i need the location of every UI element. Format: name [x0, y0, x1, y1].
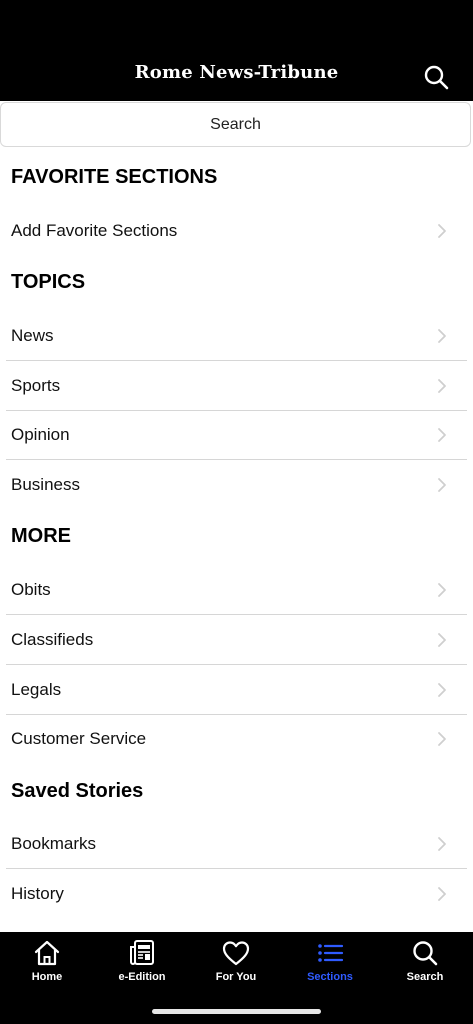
bottom-tab-bar: Home e-Edition For You Sections Search [0, 932, 473, 1024]
list-item-label: Classifieds [11, 630, 94, 649]
favorite-sections-heading: FAVORITE SECTIONS [11, 166, 218, 188]
list-item-label: Customer Service [11, 729, 147, 748]
list-item-customer-service[interactable]: Customer Service [6, 714, 467, 764]
list-item-business[interactable]: Business [6, 460, 467, 510]
tab-sections[interactable]: Sections [283, 932, 377, 992]
chevron-right-icon [438, 732, 446, 746]
search-input[interactable]: Search [0, 102, 471, 147]
list-item-label: Obits [11, 580, 51, 599]
list-item-label: Business [11, 475, 80, 494]
tab-search[interactable]: Search [378, 932, 472, 992]
top-header: Rome News-Tribune [0, 0, 473, 101]
topics-heading: TOPICS [11, 271, 86, 293]
masthead-logo: Rome News-Tribune [134, 62, 339, 83]
chevron-right-icon [438, 633, 446, 647]
list-item-label: Bookmarks [11, 834, 97, 853]
chevron-right-icon [438, 583, 446, 597]
home-icon [34, 940, 60, 966]
chevron-right-icon [438, 224, 446, 238]
chevron-right-icon [438, 428, 446, 442]
list-item-label: History [11, 884, 64, 903]
tab-label: Search [406, 971, 444, 983]
list-item-classifieds[interactable]: Classifieds [6, 615, 467, 665]
chevron-right-icon [438, 379, 446, 393]
chevron-right-icon [438, 887, 446, 901]
chevron-right-icon [438, 683, 446, 697]
saved-stories-heading: Saved Stories [11, 780, 144, 802]
list-item-add-favorite-sections[interactable]: Add Favorite Sections [6, 206, 467, 256]
chevron-right-icon [438, 478, 446, 492]
list-item-history[interactable]: History [6, 869, 467, 919]
newspaper-icon [130, 940, 154, 965]
tab-label: Home [31, 971, 63, 983]
list-item-label: Legals [11, 680, 62, 699]
list-item-label: Add Favorite Sections [11, 221, 178, 240]
tab-for-you[interactable]: For You [189, 932, 283, 992]
list-item-bookmarks[interactable]: Bookmarks [6, 819, 467, 869]
more-heading: MORE [11, 525, 71, 547]
list-item-label: News [11, 326, 54, 345]
tab-label: For You [215, 971, 257, 983]
chevron-right-icon [438, 837, 446, 851]
list-item-news[interactable]: News [6, 311, 467, 361]
list-item-legals[interactable]: Legals [6, 665, 467, 715]
search-placeholder: Search [210, 115, 261, 133]
list-item-obits[interactable]: Obits [6, 565, 467, 615]
home-indicator[interactable] [152, 1009, 321, 1014]
heart-icon [222, 941, 250, 966]
chevron-right-icon [438, 329, 446, 343]
header-search-button[interactable] [420, 61, 452, 93]
search-icon [424, 65, 449, 90]
tab-e-edition[interactable]: e-Edition [95, 932, 189, 992]
tab-label: e-Edition [118, 971, 166, 983]
list-item-opinion[interactable]: Opinion [6, 410, 467, 460]
tab-home[interactable]: Home [0, 932, 94, 992]
list-icon [318, 944, 344, 962]
tab-label: Sections [307, 971, 353, 983]
list-item-label: Opinion [11, 425, 70, 444]
search-icon [413, 941, 438, 966]
list-item-label: Sports [11, 376, 61, 395]
list-item-sports[interactable]: Sports [6, 361, 467, 411]
